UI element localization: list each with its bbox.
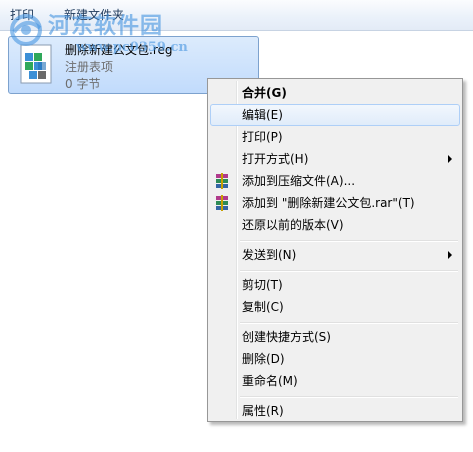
menu-separator [240, 240, 458, 242]
menu-item-label: 打印(P) [242, 130, 283, 144]
menu-item-merge[interactable]: 合并(G) [210, 82, 460, 104]
menu-item-send-to[interactable]: 发送到(N) [210, 244, 460, 266]
submenu-arrow-icon [448, 155, 452, 163]
menu-item-label: 发送到(N) [242, 248, 297, 262]
menu-item-label: 创建快捷方式(S) [242, 330, 331, 344]
menu-item-label: 还原以前的版本(V) [242, 218, 344, 232]
context-menu: 合并(G) 编辑(E) 打印(P) 打开方式(H) 添加到压缩文件(A)... … [207, 78, 463, 422]
menu-item-label: 剪切(T) [242, 278, 283, 292]
menu-separator [240, 396, 458, 398]
menu-item-add-to-archive[interactable]: 添加到压缩文件(A)... [210, 170, 460, 192]
menu-item-delete[interactable]: 删除(D) [210, 348, 460, 370]
menu-separator [240, 270, 458, 272]
menu-item-label: 复制(C) [242, 300, 284, 314]
file-size: 0 字节 [65, 77, 101, 91]
menu-item-cut[interactable]: 剪切(T) [210, 274, 460, 296]
menu-item-add-to-rar[interactable]: 添加到 "删除新建公文包.rar"(T) [210, 192, 460, 214]
file-type: 注册表项 [65, 60, 114, 74]
menu-item-restore-previous[interactable]: 还原以前的版本(V) [210, 214, 460, 236]
menu-item-label: 打开方式(H) [242, 152, 309, 166]
menu-item-print[interactable]: 打印(P) [210, 126, 460, 148]
winrar-icon [216, 195, 228, 211]
print-button[interactable]: 打印 [7, 6, 37, 24]
menu-item-rename[interactable]: 重命名(M) [210, 370, 460, 392]
menu-item-label: 添加到压缩文件(A)... [242, 174, 356, 188]
menu-item-copy[interactable]: 复制(C) [210, 296, 460, 318]
menu-item-label: 属性(R) [242, 404, 284, 418]
menu-item-label: 添加到 "删除新建公文包.rar"(T) [242, 196, 415, 210]
menu-item-label: 合并(G) [242, 86, 287, 100]
menu-separator [240, 322, 458, 324]
menu-item-create-shortcut[interactable]: 创建快捷方式(S) [210, 326, 460, 348]
menu-item-open-with[interactable]: 打开方式(H) [210, 148, 460, 170]
new-folder-button[interactable]: 新建文件夹 [61, 6, 127, 24]
menu-item-label: 删除(D) [242, 352, 285, 366]
command-bar: 打印 新建文件夹 [0, 0, 473, 31]
submenu-arrow-icon [448, 251, 452, 259]
menu-item-label: 编辑(E) [242, 108, 283, 122]
menu-item-edit[interactable]: 编辑(E) [210, 104, 460, 126]
menu-item-label: 重命名(M) [242, 374, 298, 388]
menu-item-properties[interactable]: 属性(R) [210, 400, 460, 422]
winrar-icon [216, 173, 228, 189]
file-name: 删除新建公文包.reg [65, 43, 173, 57]
registry-file-icon [20, 44, 52, 84]
